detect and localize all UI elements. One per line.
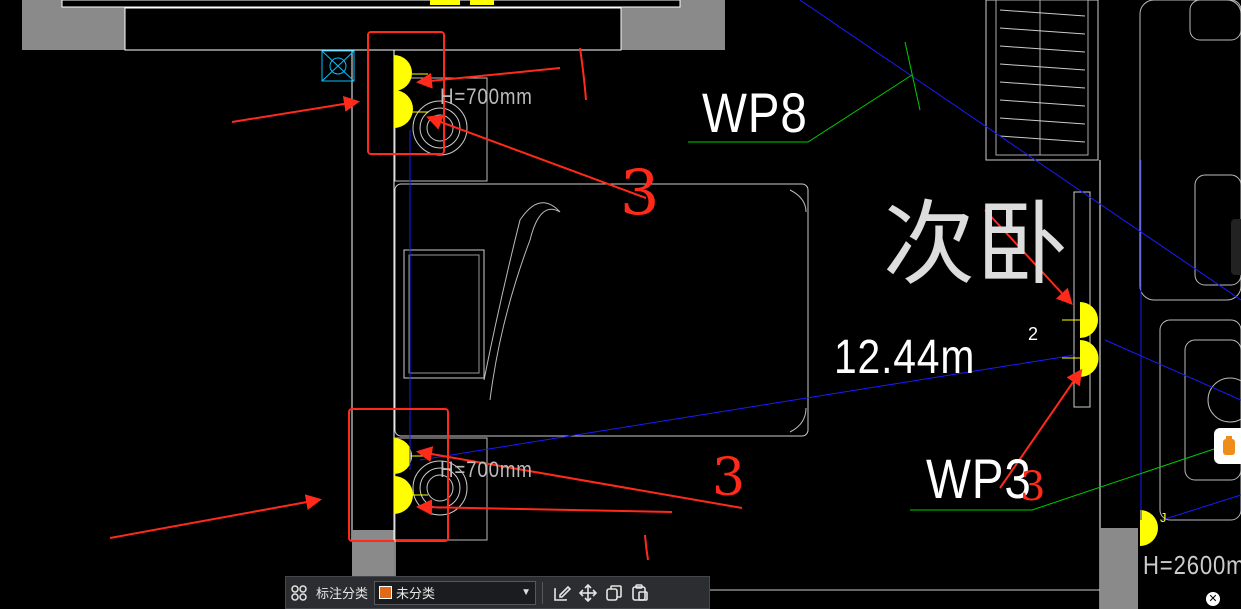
handwritten-marks <box>579 47 649 561</box>
cyan-marker <box>321 50 355 82</box>
socket-left-bottom <box>394 438 428 514</box>
grid-icon[interactable] <box>286 580 312 606</box>
edit-icon[interactable] <box>549 580 575 606</box>
annotation-toolbar: 标注分类 未分类 ▼ <box>285 576 710 609</box>
label-wp3: WP3 <box>926 447 1032 510</box>
close-icon[interactable]: ✕ <box>1206 592 1220 606</box>
label-height-top: H=700mm <box>440 84 533 109</box>
category-select-value: 未分类 <box>396 586 436 601</box>
label-distance: 12.44m <box>834 331 976 384</box>
label-j-marker: J <box>1160 510 1167 525</box>
cad-canvas[interactable] <box>0 0 1241 609</box>
wardrobe <box>985 0 1099 161</box>
socket-bottom-right <box>1140 510 1158 546</box>
annotation-three-bottom: 3 <box>712 448 746 508</box>
label-socket-number: 2 <box>1028 324 1039 344</box>
wall-bottom-right <box>1100 528 1138 609</box>
socket-top-strip <box>430 0 460 5</box>
annotation-three-top: 3 <box>620 156 660 229</box>
chevron-down-icon: ▼ <box>521 587 532 598</box>
socket-right <box>1062 302 1099 377</box>
toolbar-divider <box>542 581 544 604</box>
bed <box>394 183 809 437</box>
move-icon[interactable] <box>575 580 601 606</box>
socket-top-strip-2 <box>470 0 494 5</box>
label-height-bottom: H=700mm <box>440 457 533 482</box>
label-height-right: H=2600mm <box>1143 550 1241 580</box>
side-float-widget[interactable] <box>1214 428 1241 464</box>
wall-left <box>351 49 395 541</box>
copy-icon[interactable] <box>601 580 627 606</box>
category-label: 标注分类 <box>316 586 369 601</box>
side-panel-handle[interactable] <box>1231 219 1241 275</box>
label-room: 次卧 <box>883 191 1070 298</box>
battery-icon <box>1223 436 1235 455</box>
paste-icon[interactable] <box>627 580 653 606</box>
window-strip-top <box>61 0 681 8</box>
label-wp8: WP8 <box>702 81 808 144</box>
annotation-three-wp3: 3 <box>1020 464 1046 510</box>
category-color-swatch <box>379 586 393 599</box>
category-select[interactable]: 未分类 ▼ <box>374 580 537 605</box>
wiring <box>409 0 1241 521</box>
wall-opening-top <box>124 7 622 51</box>
